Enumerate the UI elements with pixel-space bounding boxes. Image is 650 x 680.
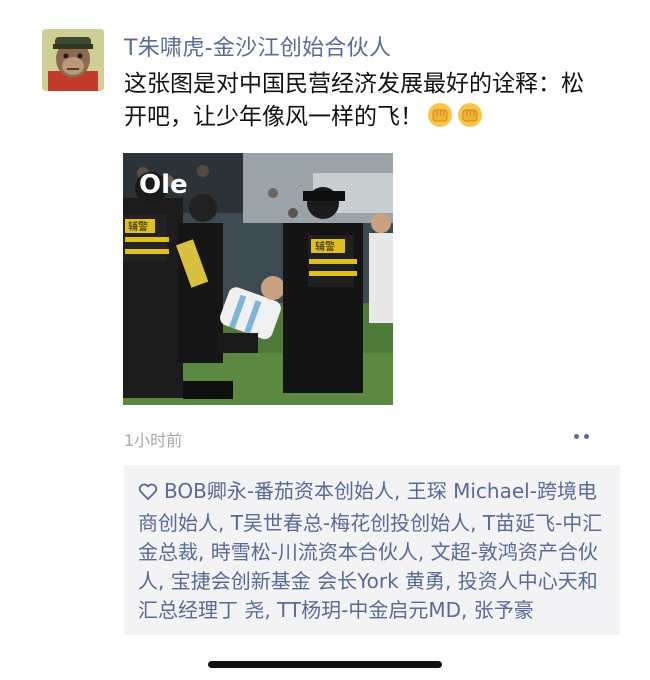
vest-label-right: 辅警: [315, 240, 335, 253]
fist-emoji-icon: [457, 102, 483, 138]
likes-list: BOB卿永-番茄资本创始人, 王琛 Michael-跨境电商创始人, T吴世春总…: [138, 477, 608, 625]
home-indicator[interactable]: [208, 661, 442, 668]
more-options-button[interactable]: [568, 428, 594, 444]
post-text-content: 这张图是对中国民营经济发展最好的诠释：松开吧，让少年像风一样的飞！: [124, 71, 584, 130]
dot-icon: [583, 433, 589, 439]
post-time: 1小时前: [124, 431, 183, 450]
likes-panel: BOB卿永-番茄资本创始人, 王琛 Michael-跨境电商创始人, T吴世春总…: [124, 465, 620, 635]
post-photo[interactable]: 辅警 辅警 Ole: [123, 153, 393, 405]
avatar[interactable]: [42, 29, 104, 91]
vest-label-left: 辅警: [128, 220, 148, 233]
heart-icon: [138, 480, 158, 509]
dot-icon: [573, 433, 579, 439]
fist-emoji-icon: [427, 102, 453, 138]
likes-names[interactable]: BOB卿永-番茄资本创始人, 王琛 Michael-跨境电商创始人, T吴世春总…: [138, 479, 602, 622]
post-text: 这张图是对中国民营经济发展最好的诠释：松开吧，让少年像风一样的飞！: [124, 68, 604, 138]
ape-avatar-image: [42, 29, 104, 91]
ole-watermark: Ole: [139, 170, 188, 200]
author-name[interactable]: T朱啸虎-金沙江创始合伙人: [124, 30, 391, 62]
